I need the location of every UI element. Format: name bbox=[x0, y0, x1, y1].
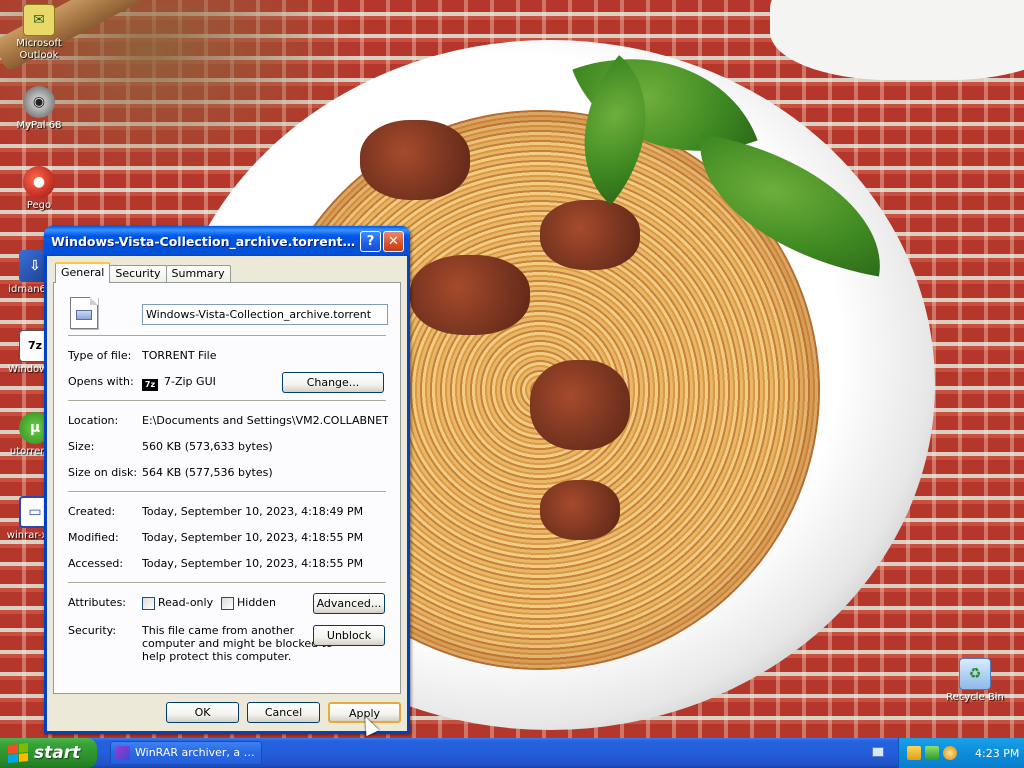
wallpaper-meat bbox=[530, 360, 630, 450]
start-label: start bbox=[34, 743, 81, 763]
taskbar: start WinRAR archiver, a p... 4:23 PM bbox=[0, 738, 1024, 768]
winrar-icon bbox=[116, 746, 130, 760]
opens-with-value: 7z 7-Zip GUI bbox=[142, 375, 216, 391]
tab-summary[interactable]: Summary bbox=[165, 265, 231, 283]
wallpaper-meat bbox=[540, 480, 620, 540]
accessed-label: Accessed: bbox=[68, 557, 124, 570]
keyboard-layout-icon[interactable] bbox=[872, 747, 884, 757]
7zip-app-icon: 7z bbox=[142, 379, 158, 391]
system-tray: 4:23 PM bbox=[898, 738, 1024, 768]
modified-label: Modified: bbox=[68, 531, 119, 544]
dialog-titlebar[interactable]: Windows-Vista-Collection_archive.torrent… bbox=[47, 226, 407, 256]
hidden-checkbox[interactable] bbox=[221, 597, 234, 610]
dialog-client: General Security Summary Type of file: T… bbox=[47, 256, 407, 731]
desktop-icon-label: Recycle Bin bbox=[946, 692, 1004, 703]
location-value: E:\Documents and Settings\VM2.COLLABNET\… bbox=[142, 414, 388, 427]
security-shield-icon[interactable] bbox=[907, 746, 921, 760]
wallpaper-meat bbox=[540, 200, 640, 270]
readonly-label[interactable]: Read-only bbox=[158, 596, 213, 609]
filename-input[interactable] bbox=[142, 304, 388, 325]
attributes-label: Attributes: bbox=[68, 596, 127, 609]
advanced-button[interactable]: Advanced... bbox=[313, 593, 385, 614]
opens-with-label: Opens with: bbox=[68, 375, 134, 388]
size-label: Size: bbox=[68, 440, 95, 453]
readonly-checkbox[interactable] bbox=[142, 597, 155, 610]
search-icon[interactable] bbox=[943, 746, 957, 760]
security-message-line: This file came from another bbox=[142, 624, 295, 637]
change-button[interactable]: Change... bbox=[282, 372, 384, 393]
help-button[interactable]: ? bbox=[360, 230, 381, 252]
pego-icon: ● bbox=[23, 166, 55, 198]
properties-dialog: Windows-Vista-Collection_archive.torrent… bbox=[44, 226, 410, 734]
modified-value: Today, September 10, 2023, 4:18:55 PM bbox=[142, 531, 364, 544]
tab-security[interactable]: Security bbox=[109, 265, 167, 283]
security-label: Security: bbox=[68, 624, 117, 637]
desktop-icon-pego[interactable]: ● Pego bbox=[0, 166, 78, 212]
outlook-icon: ✉ bbox=[23, 4, 55, 36]
size-on-disk-value: 564 KB (577,536 bytes) bbox=[142, 466, 273, 479]
tab-strip: General Security Summary bbox=[55, 262, 231, 283]
size-value: 560 KB (573,633 bytes) bbox=[142, 440, 273, 453]
separator bbox=[68, 582, 386, 584]
security-message-line: computer and might be blocked to bbox=[142, 637, 333, 650]
separator bbox=[68, 400, 386, 402]
dialog-title: Windows-Vista-Collection_archive.torrent… bbox=[51, 233, 358, 249]
type-of-file-value: TORRENT File bbox=[142, 349, 217, 362]
clock[interactable]: 4:23 PM bbox=[975, 747, 1019, 760]
type-of-file-label: Type of file: bbox=[68, 349, 132, 362]
unblock-button[interactable]: Unblock bbox=[313, 625, 385, 646]
wallpaper-plate-edge bbox=[770, 0, 1024, 80]
close-button[interactable]: ✕ bbox=[383, 230, 404, 252]
desktop-icon-outlook[interactable]: ✉ Microsoft Outlook bbox=[0, 4, 78, 62]
hidden-label[interactable]: Hidden bbox=[237, 596, 276, 609]
file-type-icon bbox=[70, 297, 98, 329]
taskbar-item-winrar[interactable]: WinRAR archiver, a p... bbox=[110, 741, 262, 765]
desktop-icon-label: Microsoft Outlook bbox=[16, 38, 62, 61]
security-message-line: help protect this computer. bbox=[142, 650, 292, 663]
tab-general[interactable]: General bbox=[55, 262, 111, 283]
recycle-bin-icon: ♻ bbox=[959, 658, 991, 690]
separator bbox=[68, 491, 386, 493]
accessed-value: Today, September 10, 2023, 4:18:55 PM bbox=[142, 557, 364, 570]
separator bbox=[68, 335, 386, 337]
desktop-icon-recycle-bin[interactable]: ♻ Recycle Bin bbox=[936, 658, 1014, 704]
windows-logo-icon bbox=[8, 742, 28, 764]
taskbar-item-label: WinRAR archiver, a p... bbox=[135, 746, 262, 759]
network-icon[interactable] bbox=[925, 746, 939, 760]
mypal-icon: ◉ bbox=[23, 86, 55, 118]
ok-button[interactable]: OK bbox=[166, 702, 239, 723]
security-message: This file came from another computer and… bbox=[142, 624, 333, 663]
created-value: Today, September 10, 2023, 4:18:49 PM bbox=[142, 505, 364, 518]
start-button[interactable]: start bbox=[0, 738, 97, 768]
general-tab-panel: Type of file: TORRENT File Opens with: 7… bbox=[53, 282, 401, 694]
size-on-disk-label: Size on disk: bbox=[68, 466, 138, 479]
opens-with-app-name: 7-Zip GUI bbox=[164, 375, 216, 388]
wallpaper-meat bbox=[410, 255, 530, 335]
cancel-button[interactable]: Cancel bbox=[247, 702, 320, 723]
location-label: Location: bbox=[68, 414, 119, 427]
desktop-icon-label: Pego bbox=[26, 200, 52, 211]
desktop-icon-mypal[interactable]: ◉ MyPal 68 bbox=[0, 86, 78, 132]
wallpaper-meat bbox=[360, 120, 470, 200]
desktop-icon-label: MyPal 68 bbox=[16, 120, 62, 131]
created-label: Created: bbox=[68, 505, 116, 518]
